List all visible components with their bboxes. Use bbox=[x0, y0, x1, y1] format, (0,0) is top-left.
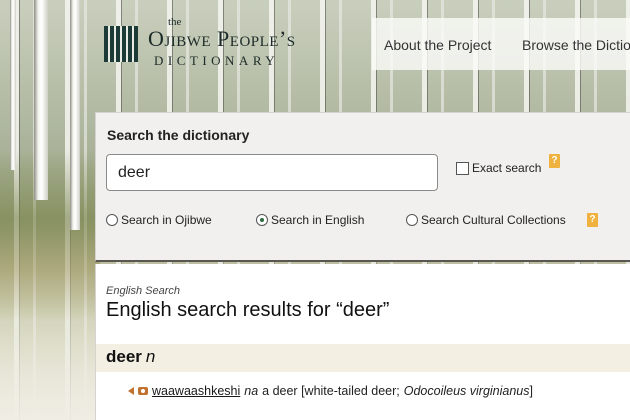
question-mark-icon[interactable]: ? bbox=[587, 213, 598, 227]
birch-trunk bbox=[70, 0, 80, 230]
top-nav: About the Project Browse the Dictio bbox=[372, 18, 630, 70]
nav-browse-dictionary[interactable]: Browse the Dictio bbox=[522, 37, 630, 53]
headword-text: deer bbox=[106, 347, 142, 366]
site-logo[interactable]: the Ojibwe People’s DICTIONARY bbox=[104, 16, 324, 68]
camera-icon[interactable] bbox=[138, 387, 148, 395]
birch-trunk bbox=[10, 0, 16, 170]
radio-button[interactable] bbox=[106, 214, 118, 226]
exact-search-label: Exact search bbox=[472, 161, 542, 175]
entry-header-band bbox=[96, 344, 630, 372]
results-title: English search results for “deer” bbox=[106, 299, 390, 321]
word-class: na bbox=[244, 384, 259, 398]
part-of-speech: n bbox=[145, 347, 156, 366]
search-input[interactable] bbox=[106, 154, 438, 191]
search-panel: Search the dictionary Exact search ? Sea… bbox=[95, 112, 630, 262]
exact-search-checkbox[interactable] bbox=[456, 161, 469, 175]
question-mark-icon[interactable]: ? bbox=[549, 154, 560, 168]
gloss-close: ] bbox=[529, 384, 533, 398]
radio-label: Search in English bbox=[271, 213, 365, 227]
logo-mark-icon bbox=[104, 26, 138, 62]
radio-label: Search in Ojibwe bbox=[121, 213, 212, 227]
nav-about-project[interactable]: About the Project bbox=[384, 37, 491, 53]
search-heading: Search the dictionary bbox=[107, 127, 250, 143]
radio-label: Search Cultural Collections bbox=[421, 213, 566, 227]
ojibwe-word-link[interactable]: waawaashkeshi bbox=[152, 384, 240, 398]
gloss-text: a deer [white-tailed deer; bbox=[262, 384, 400, 398]
radio-search-ojibwe[interactable]: Search in Ojibwe bbox=[106, 213, 212, 227]
radio-button[interactable] bbox=[406, 214, 418, 226]
radio-search-english[interactable]: Search in English bbox=[256, 213, 364, 227]
logo-subtitle: DICTIONARY bbox=[154, 53, 280, 68]
speaker-icon[interactable] bbox=[128, 387, 134, 395]
radio-button-selected[interactable] bbox=[256, 214, 268, 226]
scientific-name: Odocoileus virginianus bbox=[403, 384, 530, 398]
birch-trunk bbox=[34, 0, 48, 200]
search-results: English Search English search results fo… bbox=[95, 264, 630, 420]
exact-search-option[interactable]: Exact search ? bbox=[456, 154, 560, 175]
results-label: English Search bbox=[106, 285, 180, 297]
entry-headword: deer n bbox=[106, 347, 155, 367]
radio-search-cultural-collections[interactable]: Search Cultural Collections bbox=[406, 213, 566, 227]
entry-line: waawaashkeshi na a deer [white-tailed de… bbox=[128, 384, 533, 398]
forest-floor-background bbox=[0, 150, 100, 320]
logo-title: Ojibwe People’s bbox=[148, 26, 296, 51]
